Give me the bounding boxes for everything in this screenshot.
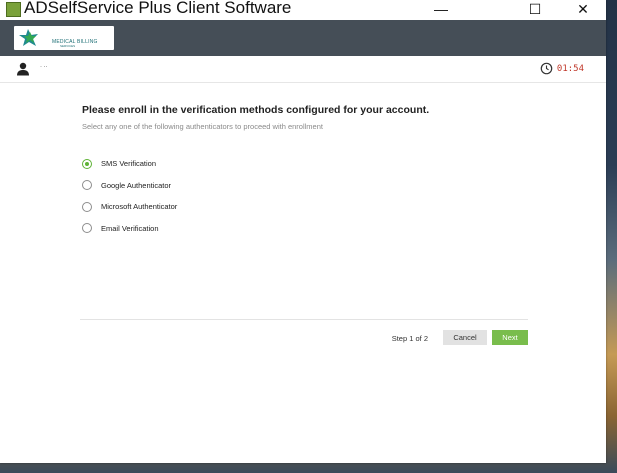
app-icon — [6, 2, 21, 17]
window-title: ADSelfService Plus Client Software — [24, 0, 292, 17]
logo-subtext: SERVICES — [60, 44, 76, 48]
clock-icon — [540, 62, 553, 75]
option-microsoft-authenticator[interactable]: Microsoft Authenticator — [82, 196, 532, 218]
radio-button[interactable] — [82, 180, 92, 191]
footer-divider — [80, 319, 528, 320]
radio-button[interactable] — [82, 158, 92, 169]
timer-value: 01:54 — [556, 63, 584, 74]
radio-button[interactable] — [82, 201, 92, 212]
minimize-button[interactable]: — — [418, 0, 464, 20]
cancel-button[interactable]: Cancel — [443, 330, 487, 345]
option-label: Email Verification — [101, 223, 159, 233]
step-indicator: Step 1 of 2 — [391, 334, 428, 343]
close-button[interactable]: ✕ — [560, 0, 606, 20]
user-icon — [17, 62, 29, 76]
option-google-authenticator[interactable]: Google Authenticator — [82, 175, 532, 197]
user-bar: · ·· 01:54 — [0, 56, 606, 83]
option-label: SMS Verification — [101, 159, 157, 169]
maximize-button[interactable]: ☐ — [512, 0, 558, 20]
option-label: Google Authenticator — [101, 180, 172, 190]
header-bar: MEDICAL BILLING SERVICES — [0, 20, 606, 56]
option-sms-verification[interactable]: SMS Verification — [82, 153, 532, 175]
radio-button[interactable] — [82, 223, 92, 234]
title-bar: ADSelfService Plus Client Software — ☐ ✕ — [0, 0, 606, 20]
enroll-panel: Please enroll in the verification method… — [82, 104, 532, 239]
company-logo: MEDICAL BILLING SERVICES — [14, 26, 114, 50]
logo-mark-icon — [19, 29, 38, 46]
wizard-footer: Step 1 of 2 Cancel Next — [80, 330, 528, 346]
option-label: Microsoft Authenticator — [101, 202, 178, 212]
session-timer: 01:54 — [540, 62, 584, 75]
authenticator-options: SMS Verification Google Authenticator Mi… — [82, 153, 532, 239]
option-email-verification[interactable]: Email Verification — [82, 218, 532, 240]
username: · ·· — [40, 64, 48, 70]
next-button[interactable]: Next — [492, 330, 528, 345]
app-window: ADSelfService Plus Client Software — ☐ ✕… — [0, 0, 606, 463]
enroll-subheading: Select any one of the following authenti… — [82, 122, 323, 131]
enroll-heading: Please enroll in the verification method… — [82, 104, 430, 116]
